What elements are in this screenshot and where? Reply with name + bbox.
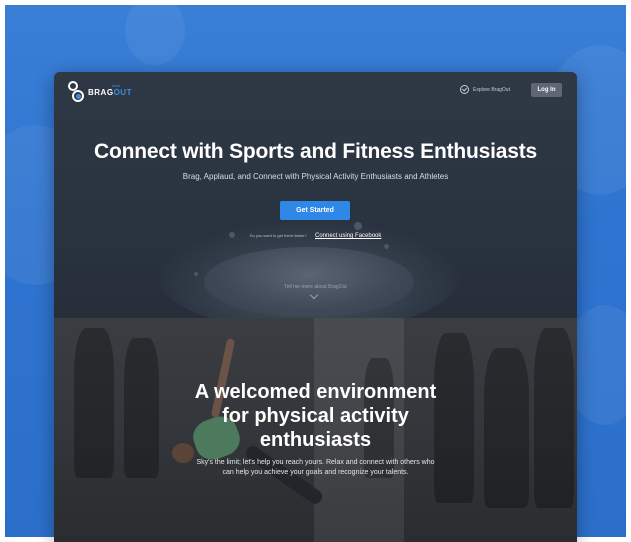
section-subtitle: Sky's the limit; let's help you reach yo… [164,458,467,478]
check-circle-icon [460,85,469,94]
bragout-logo[interactable]: BRAGOUT beta [68,81,132,103]
section-title-line: A welcomed environment [194,381,437,403]
water-splash-highlight [204,247,414,317]
water-drop [194,272,198,276]
explore-link[interactable]: Explore BragOut [460,85,510,94]
facebook-connect-row: Do you want to get there faster? Connect… [54,224,577,242]
get-started-button[interactable]: Get Started [280,201,350,220]
section-subtitle-line: Sky's the limit; let's help you reach yo… [196,459,435,466]
hero-section: BRAGOUT beta Explore BragOut Log In Conn… [54,72,577,318]
login-button[interactable]: Log In [531,83,562,97]
explore-label: Explore BragOut [473,86,510,93]
water-drop [384,244,389,249]
section-subtitle-line: can help you achieve your goals and reco… [222,469,409,476]
hero-subheadline: Brag, Applaud, and Connect with Physical… [182,172,449,181]
website-preview: BRAGOUT beta Explore BragOut Log In Conn… [54,72,577,542]
logo-icon [68,81,86,103]
tell-me-more-text[interactable]: Tell me more about BragOut [54,284,577,290]
logo-text: BRAGOUT [88,87,132,97]
welcome-section: A welcomed environment for physical acti… [54,318,577,542]
section-title-line: enthusiasts [259,429,372,451]
background-decoration [125,5,185,65]
logo-beta-tag: beta [112,83,120,88]
section-title-line: for physical activity [222,405,409,427]
facebook-connect-link[interactable]: Connect using Facebook [315,233,381,239]
faster-question: Do you want to get there faster? [249,233,307,238]
section-title: A welcomed environment for physical acti… [54,380,577,452]
hero-headline: Connect with Sports and Fitness Enthusia… [94,140,537,163]
